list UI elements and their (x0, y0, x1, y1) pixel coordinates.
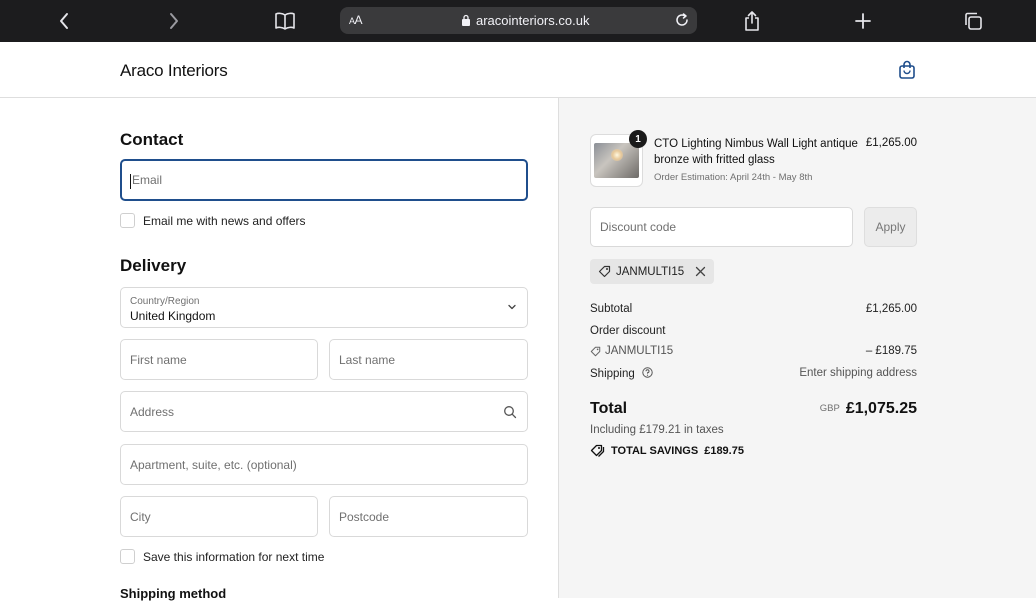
product-price: £1,265.00 (865, 137, 917, 149)
lock-icon (462, 14, 470, 26)
back-icon[interactable] (52, 9, 76, 33)
subtotal-value: £1,265.00 (865, 303, 917, 315)
discount-value: – £189.75 (865, 345, 917, 357)
discount-code-row: JANMULTI15 – £189.75 (590, 345, 917, 357)
order-discount-row: Order discount (590, 325, 917, 337)
save-info-label: Save this information for next time (143, 549, 325, 564)
savings-tag-icon (590, 444, 605, 457)
first-name-field[interactable]: First name (120, 339, 318, 380)
contact-heading: Contact (120, 130, 184, 149)
newsletter-checkbox[interactable] (120, 213, 135, 228)
brand-name[interactable]: Araco Interiors (120, 61, 228, 81)
applied-code-chip: JANMULTI15 (590, 259, 715, 284)
url-text: aracointeriors.co.uk (476, 13, 590, 28)
discount-tag-icon (590, 346, 601, 356)
bookmarks-icon[interactable] (273, 9, 297, 33)
browser-toolbar: AA aracointeriors.co.uk (0, 0, 1036, 42)
subtotal-row: Subtotal £1,265.00 (590, 303, 917, 315)
subtotal-label: Subtotal (590, 303, 633, 315)
apply-button[interactable]: Apply (864, 207, 917, 247)
order-summary: 1 CTO Lighting Nimbus Wall Light antique… (559, 98, 1036, 598)
newsletter-row[interactable]: Email me with news and offers (120, 213, 306, 228)
applied-code-label: JANMULTI15 (616, 265, 685, 278)
city-field[interactable]: City (120, 496, 318, 537)
newsletter-label: Email me with news and offers (143, 213, 306, 228)
total-label: Total (590, 400, 628, 417)
address-field[interactable]: Address (120, 391, 528, 432)
product-title: CTO Lighting Nimbus Wall Light antique b… (654, 138, 858, 166)
shopping-bag-icon[interactable] (898, 60, 916, 79)
forward-icon[interactable] (162, 9, 186, 33)
savings-value: £189.75 (704, 444, 744, 457)
save-info-row[interactable]: Save this information for next time (120, 549, 324, 564)
total-value: £1,075.25 (845, 400, 917, 417)
reload-icon[interactable] (674, 12, 690, 28)
text-caret (130, 174, 131, 189)
last-name-placeholder: Last name (339, 352, 396, 367)
first-name-placeholder: First name (130, 352, 187, 367)
save-info-checkbox[interactable] (120, 549, 135, 564)
chevron-down-icon (508, 304, 516, 310)
currency-code: GBP (819, 403, 840, 414)
apartment-field[interactable]: Apartment, suite, etc. (optional) (120, 444, 528, 485)
postcode-field[interactable]: Postcode (329, 496, 528, 537)
search-icon (504, 406, 517, 419)
shipping-label: Shipping (590, 368, 635, 380)
new-tab-icon[interactable] (851, 9, 875, 33)
product-image (594, 143, 639, 178)
shipping-method-heading: Shipping method (120, 586, 227, 601)
site-header: Araco Interiors (0, 42, 1036, 98)
email-placeholder: Email (132, 173, 163, 187)
tag-icon (598, 265, 611, 278)
remove-code-icon[interactable] (695, 266, 706, 277)
order-discount-label: Order discount (590, 325, 666, 337)
tabs-overview-icon[interactable] (961, 9, 985, 33)
address-bar[interactable]: AA aracointeriors.co.uk (340, 7, 697, 34)
email-field[interactable]: Email (120, 159, 528, 201)
quantity-badge: 1 (629, 130, 647, 148)
discount-code-field[interactable]: Discount code (590, 207, 853, 247)
discount-code-label: JANMULTI15 (605, 345, 674, 357)
product-estimation: Order Estimation: April 24th - May 8th (654, 172, 813, 183)
city-placeholder: City (130, 509, 151, 524)
checkout-form: Contact Email Email me with news and off… (0, 98, 559, 601)
savings-label: TOTAL SAVINGS (611, 444, 699, 457)
total-savings-row: TOTAL SAVINGS £189.75 (590, 444, 917, 457)
help-icon[interactable] (642, 367, 653, 378)
share-icon[interactable] (740, 9, 764, 33)
country-value: United Kingdom (130, 309, 216, 323)
apartment-placeholder: Apartment, suite, etc. (optional) (130, 457, 297, 472)
country-select[interactable]: Country/Region United Kingdom (120, 287, 528, 328)
address-placeholder: Address (130, 404, 175, 419)
shipping-value: Enter shipping address (799, 367, 917, 379)
taxes-note: Including £179.21 in taxes (590, 424, 724, 436)
last-name-field[interactable]: Last name (329, 339, 528, 380)
delivery-heading: Delivery (120, 256, 187, 275)
reader-view-button[interactable]: AA (349, 13, 363, 27)
total-row: Total GBP £1,075.25 (590, 400, 917, 422)
postcode-placeholder: Postcode (339, 509, 390, 524)
discount-code-placeholder: Discount code (600, 220, 677, 234)
shipping-row: Shipping Enter shipping address (590, 367, 917, 380)
country-label: Country/Region (130, 296, 200, 307)
